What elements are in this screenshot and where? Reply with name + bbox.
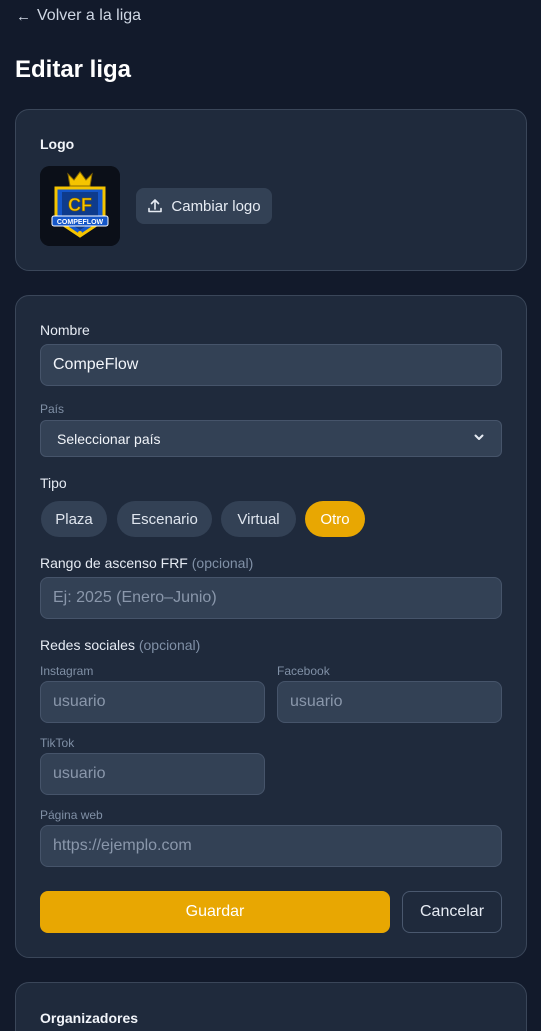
change-logo-label: Cambiar logo	[171, 197, 261, 215]
type-pill-virtual[interactable]: Virtual	[221, 501, 296, 537]
cancel-button[interactable]: Cancelar	[402, 891, 502, 933]
name-label: Nombre	[40, 322, 90, 338]
upload-icon	[148, 199, 163, 213]
change-logo-button[interactable]: Cambiar logo	[136, 188, 272, 224]
website-label: Página web	[40, 808, 103, 822]
save-button[interactable]: Guardar	[40, 891, 390, 933]
type-label: Tipo	[40, 475, 67, 491]
tiktok-label: TikTok	[40, 736, 75, 750]
social-label-text: Redes sociales	[40, 637, 135, 653]
rank-optional-hint: (opcional)	[191, 555, 254, 571]
logo-card: Logo CF COMPEFLOW Cambiar logo	[15, 109, 527, 271]
organizers-label: Organizadores	[40, 1010, 139, 1026]
type-pill-plaza[interactable]: Plaza	[41, 501, 107, 537]
facebook-input[interactable]: usuario	[277, 681, 502, 723]
arrow-left-icon: ←	[16, 7, 31, 25]
social-optional-hint: (opcional)	[138, 637, 201, 653]
rank-label: Rango de ascenso FRF (opcional)	[40, 555, 253, 571]
name-input[interactable]: CompeFlow	[40, 344, 502, 386]
social-label: Redes sociales (opcional)	[40, 637, 200, 653]
website-input[interactable]: https://ejemplo.com	[40, 825, 502, 867]
league-form-card: Nombre CompeFlow País Seleccionar país T…	[15, 295, 527, 958]
country-select-value: Seleccionar país	[57, 430, 161, 447]
organizers-card: Organizadores	[15, 982, 527, 1031]
chevron-down-icon	[473, 431, 485, 446]
type-pill-escenario[interactable]: Escenario	[117, 501, 212, 537]
back-link-label: Volver a la liga	[37, 7, 142, 24]
rank-input[interactable]: Ej: 2025 (Enero–Junio)	[40, 577, 502, 619]
back-link[interactable]: ← Volver a la liga	[16, 7, 141, 25]
svg-text:CF: CF	[68, 195, 92, 215]
tiktok-input[interactable]: usuario	[40, 753, 265, 795]
country-select[interactable]: Seleccionar país	[40, 420, 502, 457]
page-title: Editar liga	[15, 56, 132, 83]
league-logo: CF COMPEFLOW	[40, 166, 120, 246]
type-pill-otro[interactable]: Otro	[305, 501, 365, 537]
logo-label: Logo	[40, 136, 75, 152]
country-label: País	[40, 402, 65, 416]
svg-text:COMPEFLOW: COMPEFLOW	[57, 219, 104, 226]
facebook-label: Facebook	[277, 664, 330, 678]
instagram-input[interactable]: usuario	[40, 681, 265, 723]
instagram-label: Instagram	[40, 664, 94, 678]
rank-label-text: Rango de ascenso FRF	[40, 555, 188, 571]
